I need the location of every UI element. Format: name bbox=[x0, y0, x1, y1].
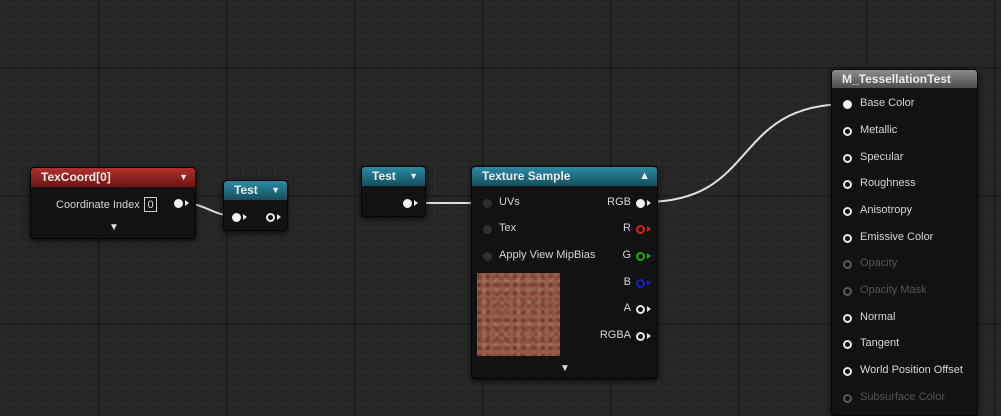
material-input-emissive-color: Emissive Color bbox=[860, 231, 934, 243]
reroute-2-output-pin[interactable] bbox=[403, 199, 418, 208]
texture-sample-node[interactable]: Texture Sample ▲ UVs Tex Apply View MipB… bbox=[471, 166, 658, 379]
input-uvs-label: UVs bbox=[499, 196, 520, 208]
r-output-pin[interactable] bbox=[636, 225, 651, 234]
material-input-tangent: Tangent bbox=[860, 337, 900, 349]
collapse-arrow-icon[interactable]: ▼ bbox=[179, 168, 188, 187]
texture-sample-title: Texture Sample bbox=[482, 169, 571, 183]
output-g-label: G bbox=[622, 249, 631, 261]
texture-sample-header[interactable]: Texture Sample ▲ bbox=[472, 167, 657, 186]
material-input-opacity-mask: Opacity Mask bbox=[860, 284, 927, 296]
material-input-specular: Specular bbox=[860, 151, 904, 163]
collapse-arrow-icon[interactable]: ▼ bbox=[409, 167, 418, 186]
material-node-header[interactable]: M_TessellationTest bbox=[832, 70, 977, 88]
world-position-offset-input-pin[interactable] bbox=[843, 367, 852, 376]
uvs-input-pin[interactable] bbox=[483, 199, 492, 208]
material-node-title: M_TessellationTest bbox=[842, 72, 951, 86]
coordinate-index-input[interactable]: 0 bbox=[144, 197, 157, 212]
mipbias-input-pin[interactable] bbox=[483, 252, 492, 261]
texcoord-output-pin[interactable] bbox=[174, 199, 189, 208]
output-rgba-label: RGBA bbox=[599, 329, 631, 341]
tex-input-pin[interactable] bbox=[483, 225, 492, 234]
g-output-pin[interactable] bbox=[636, 252, 651, 261]
texcoord-node-title: TexCoord[0] bbox=[41, 170, 111, 184]
emissive-color-input-pin[interactable] bbox=[843, 234, 852, 243]
specular-input-pin[interactable] bbox=[843, 154, 852, 163]
input-mipbias-label: Apply View MipBias bbox=[499, 249, 596, 261]
anisotropy-input-pin[interactable] bbox=[843, 207, 852, 216]
reroute-node-2[interactable]: Test ▼ bbox=[361, 166, 426, 217]
reroute-node-1-title: Test bbox=[234, 183, 258, 197]
tangent-input-pin[interactable] bbox=[843, 340, 852, 349]
collapse-arrow-icon[interactable]: ▼ bbox=[271, 181, 280, 200]
normal-input-pin[interactable] bbox=[843, 314, 852, 323]
output-b-label: B bbox=[623, 276, 631, 288]
material-input-subsurface-color: Subsurface Color bbox=[860, 391, 945, 403]
collapse-up-icon[interactable]: ▲ bbox=[639, 167, 650, 186]
reroute-1-input-pin[interactable] bbox=[232, 213, 247, 222]
material-input-anisotropy: Anisotropy bbox=[860, 204, 912, 216]
material-input-metallic: Metallic bbox=[860, 124, 898, 136]
chevron-down-icon[interactable]: ▼ bbox=[109, 222, 119, 233]
reroute-node-2-title: Test bbox=[372, 169, 396, 183]
material-input-base-color: Base Color bbox=[860, 97, 915, 109]
subsurface-color-input-pin bbox=[843, 394, 852, 403]
coordinate-index-label: Coordinate Index bbox=[56, 199, 140, 211]
metallic-input-pin[interactable] bbox=[843, 127, 852, 136]
roughness-input-pin[interactable] bbox=[843, 180, 852, 189]
b-output-pin[interactable] bbox=[636, 279, 651, 288]
material-input-world-position-offset: World Position Offset bbox=[860, 364, 963, 376]
texture-preview-thumbnail bbox=[477, 273, 560, 356]
input-tex-label: Tex bbox=[499, 222, 517, 234]
texcoord-node-header[interactable]: TexCoord[0] ▼ bbox=[31, 168, 195, 187]
base-color-input-pin[interactable] bbox=[843, 100, 852, 109]
material-input-normal: Normal bbox=[860, 311, 896, 323]
material-input-opacity: Opacity bbox=[860, 257, 898, 269]
reroute-1-output-pin[interactable] bbox=[266, 213, 281, 222]
reroute-node-2-header[interactable]: Test ▼ bbox=[362, 167, 425, 186]
output-rgb-label: RGB bbox=[607, 196, 631, 208]
reroute-node-1[interactable]: Test ▼ bbox=[223, 180, 288, 231]
output-r-label: R bbox=[623, 222, 631, 234]
wire-rgb-to-basecolor bbox=[644, 103, 849, 203]
material-input-roughness: Roughness bbox=[860, 177, 916, 189]
output-a-label: A bbox=[623, 302, 631, 314]
reroute-node-1-header[interactable]: Test ▼ bbox=[224, 181, 287, 200]
rgba-output-pin[interactable] bbox=[636, 332, 651, 341]
rgb-output-pin[interactable] bbox=[636, 199, 651, 208]
opacity-input-pin bbox=[843, 260, 852, 269]
opacity-mask-input-pin bbox=[843, 287, 852, 296]
a-output-pin[interactable] bbox=[636, 305, 651, 314]
chevron-down-icon[interactable]: ▼ bbox=[560, 363, 570, 374]
texcoord-node[interactable]: TexCoord[0] ▼ Coordinate Index 0 ▼ bbox=[30, 167, 196, 239]
